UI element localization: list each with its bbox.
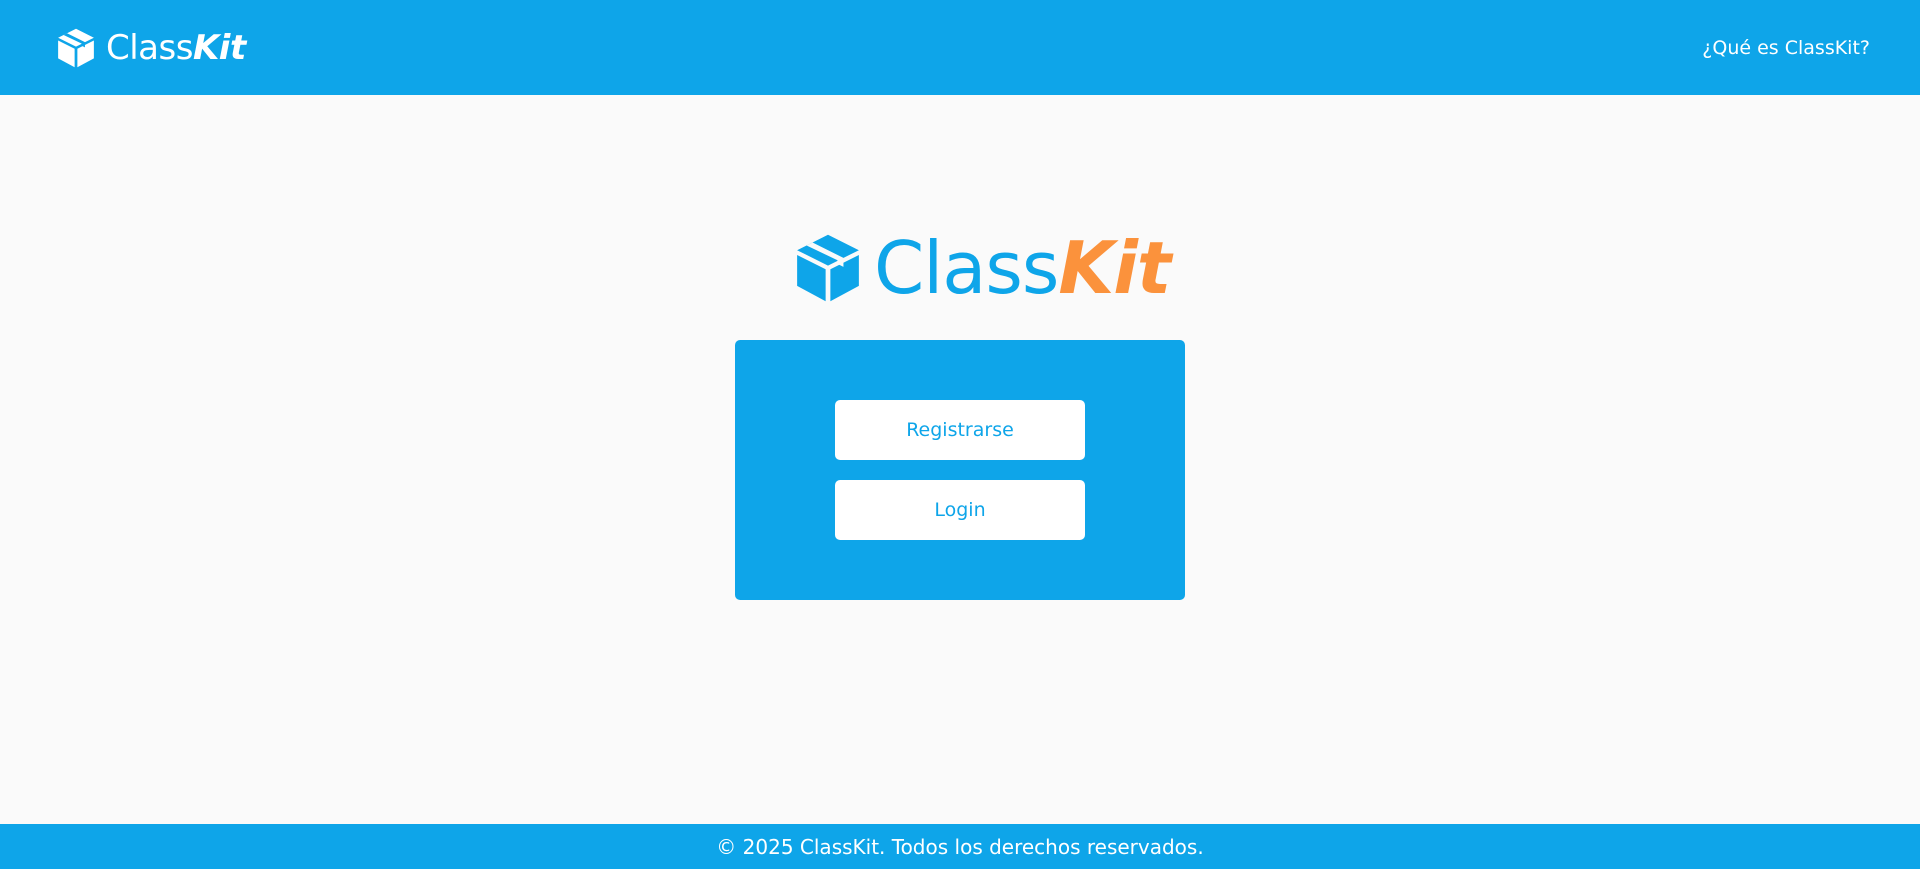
hero-name-kit: Kit (1058, 226, 1171, 310)
brand-name-kit: Kit (192, 27, 246, 68)
page: ClassKit ¿Qué es ClassKit? ClassKit Regi… (0, 0, 1920, 869)
register-button[interactable]: Registrarse (835, 400, 1085, 460)
brand-logo-link[interactable]: ClassKit (54, 26, 246, 70)
footer: © 2025 ClassKit. Todos los derechos rese… (0, 824, 1920, 869)
about-link[interactable]: ¿Qué es ClassKit? (1702, 37, 1870, 59)
brand-name: ClassKit (106, 31, 246, 65)
hero-logo: ClassKit (790, 230, 1171, 306)
hero-name-class: Class (874, 226, 1059, 310)
login-button[interactable]: Login (835, 480, 1085, 540)
hero-brand-name: ClassKit (874, 232, 1171, 304)
brand-name-class: Class (106, 27, 193, 68)
box-icon (790, 230, 866, 306)
copyright-text: © 2025 ClassKit. Todos los derechos rese… (716, 834, 1204, 859)
box-icon (54, 26, 98, 70)
auth-card: Registrarse Login (735, 340, 1185, 600)
main-content: ClassKit Registrarse Login (0, 95, 1920, 824)
top-header: ClassKit ¿Qué es ClassKit? (0, 0, 1920, 95)
